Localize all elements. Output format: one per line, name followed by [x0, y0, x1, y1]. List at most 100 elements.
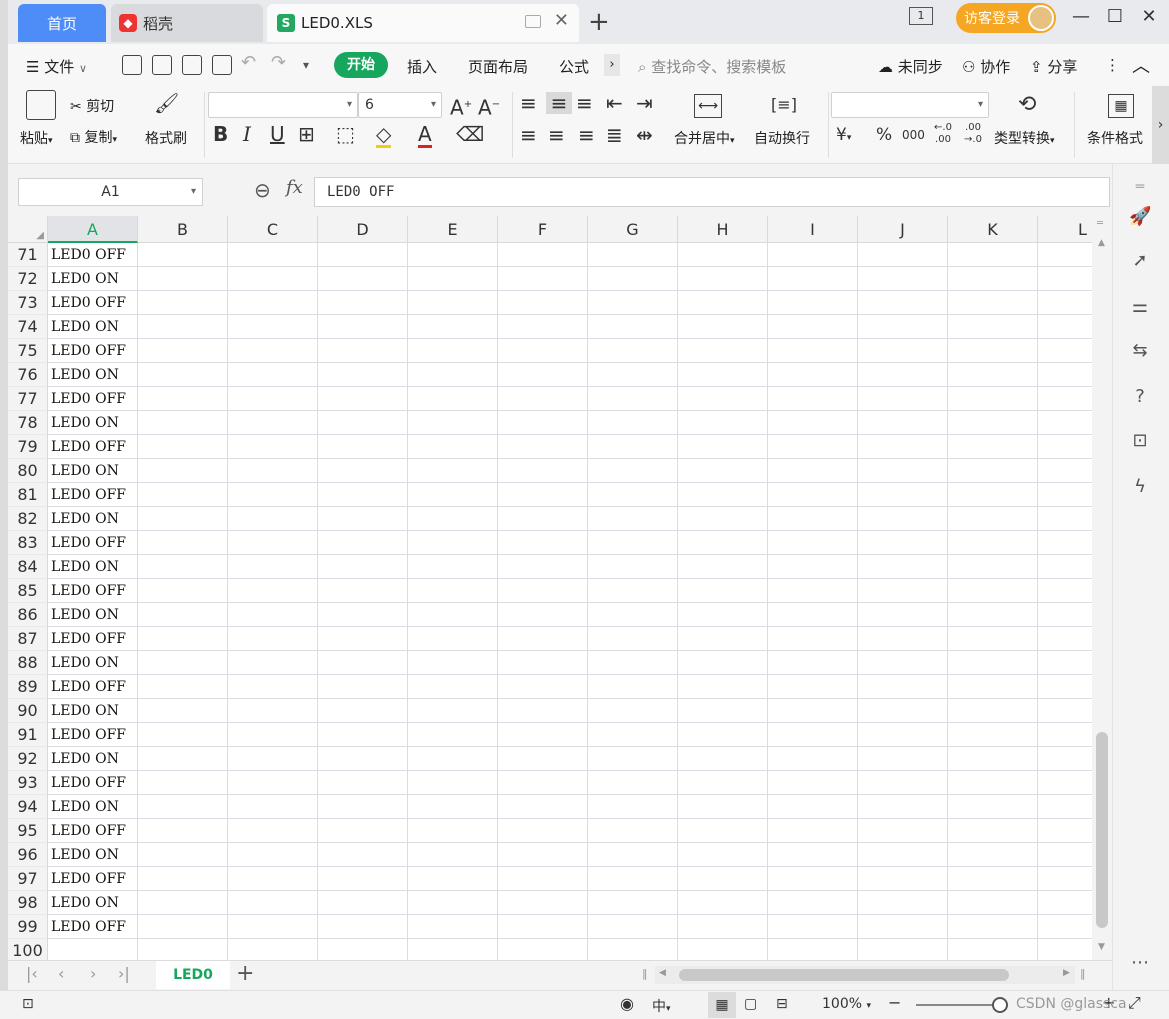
row-header[interactable]: 84 — [8, 555, 48, 579]
cell-a[interactable]: LED0 OFF — [48, 339, 138, 363]
cell-a[interactable]: LED0 OFF — [48, 291, 138, 315]
row-header[interactable]: 89 — [8, 675, 48, 699]
help-icon[interactable]: ? — [1129, 386, 1151, 408]
row-header[interactable]: 79 — [8, 435, 48, 459]
add-sheet-button[interactable]: + — [236, 961, 254, 986]
new-tab-button[interactable]: + — [588, 8, 610, 36]
bold-icon[interactable]: B — [213, 123, 228, 145]
panel-drag-handle-icon[interactable]: ═ — [1129, 176, 1151, 198]
type-convert-icon[interactable]: ⟲ — [1018, 94, 1036, 116]
row-header[interactable]: 87 — [8, 627, 48, 651]
scroll-down-icon[interactable]: ▼ — [1098, 942, 1105, 952]
font-name-select[interactable]: ▾ — [208, 92, 358, 118]
underline-icon[interactable]: U — [270, 123, 285, 145]
column-header-i[interactable]: I — [768, 216, 858, 243]
align-middle-icon[interactable]: ≡ — [546, 92, 572, 114]
scroll-up-icon[interactable]: ▲ — [1098, 238, 1105, 248]
row-header[interactable]: 86 — [8, 603, 48, 627]
font-size-select[interactable]: 6 ▾ — [358, 92, 442, 118]
hsplit-handle-right-icon[interactable]: ‖ — [1080, 967, 1086, 980]
cell-a[interactable]: LED0 ON — [48, 651, 138, 675]
row-header[interactable]: 96 — [8, 843, 48, 867]
cell-a[interactable]: LED0 OFF — [48, 675, 138, 699]
tab-formula[interactable]: 公式 — [559, 56, 589, 77]
align-bottom-icon[interactable]: ≡ — [576, 92, 593, 114]
close-tab-icon[interactable]: ✕ — [554, 10, 569, 31]
font-color-icon[interactable]: A — [418, 123, 432, 148]
tab-home[interactable]: 首页 — [18, 4, 106, 42]
minimize-icon[interactable]: — — [1066, 6, 1096, 27]
column-header-l[interactable]: L — [1038, 216, 1092, 243]
zoom-slider[interactable] — [916, 1004, 1000, 1006]
merge-center-icon[interactable]: ⟷ — [694, 94, 722, 118]
collab-button[interactable]: ⚇ 协作 — [962, 56, 1010, 77]
align-top-icon[interactable]: ≡ — [520, 92, 537, 114]
normal-view-icon[interactable]: ▦ — [708, 992, 736, 1018]
export-icon[interactable] — [152, 55, 172, 75]
increase-decimal-icon[interactable]: ←.0 .00 — [930, 122, 956, 146]
more-menu-icon[interactable]: ⋮ — [1105, 56, 1120, 74]
row-header[interactable]: 88 — [8, 651, 48, 675]
lightning-icon[interactable]: ϟ — [1129, 476, 1151, 498]
menu-file[interactable]: ☰ 文件 ∨ — [26, 56, 87, 77]
clear-format-icon[interactable]: ⌫ — [456, 123, 484, 145]
column-header-h[interactable]: H — [678, 216, 768, 243]
thousands-separator-icon[interactable]: 000 — [902, 124, 925, 146]
justify-icon[interactable]: ≣ — [606, 124, 623, 146]
column-header-b[interactable]: B — [138, 216, 228, 243]
save-icon[interactable] — [122, 55, 142, 75]
close-window-icon[interactable]: ✕ — [1134, 6, 1164, 27]
cell-a[interactable]: LED0 OFF — [48, 819, 138, 843]
tab-daoke[interactable]: ◆ 稻壳 — [111, 4, 263, 42]
row-header[interactable]: 94 — [8, 795, 48, 819]
decrease-indent-icon[interactable]: ⇤ — [606, 92, 623, 114]
zoom-out-icon[interactable]: − — [888, 993, 901, 1012]
row-header[interactable]: 99 — [8, 915, 48, 939]
row-header[interactable]: 72 — [8, 267, 48, 291]
format-painter-icon[interactable]: 🖌 — [154, 92, 179, 120]
macro-record-icon[interactable]: ⊡ — [22, 996, 34, 1012]
row-header[interactable]: 80 — [8, 459, 48, 483]
cell-a[interactable]: LED0 ON — [48, 795, 138, 819]
align-center-icon[interactable]: ≡ — [548, 124, 565, 146]
copy-button[interactable]: ⧉ 复制▾ — [70, 127, 117, 147]
cell-style-icon[interactable]: ⬚ — [336, 123, 355, 145]
row-header[interactable]: 74 — [8, 315, 48, 339]
prev-sheet-icon[interactable]: ‹ — [58, 964, 64, 983]
zoom-slider-handle[interactable] — [992, 997, 1008, 1013]
chinese-input-icon[interactable]: 中▾ — [652, 996, 671, 1016]
column-header-g[interactable]: G — [588, 216, 678, 243]
row-header[interactable]: 95 — [8, 819, 48, 843]
cut-button[interactable]: ✂ 剪切 — [70, 96, 114, 116]
row-header[interactable]: 73 — [8, 291, 48, 315]
zoom-level[interactable]: 100% ▾ — [822, 996, 871, 1012]
split-handle-icon[interactable]: ═ — [1097, 218, 1103, 229]
tab-page-layout[interactable]: 页面布局 — [468, 56, 528, 77]
wrap-text-icon[interactable]: [≡] — [770, 94, 798, 118]
select-all-corner[interactable]: ◢ — [8, 216, 48, 243]
column-header-f[interactable]: F — [498, 216, 588, 243]
name-box[interactable]: A1 ▾ — [18, 178, 203, 206]
print-icon[interactable] — [182, 55, 202, 75]
number-format-select[interactable]: ▾ — [831, 92, 989, 118]
transform-icon[interactable]: ⇆ — [1129, 340, 1151, 362]
cell-a[interactable]: LED0 OFF — [48, 579, 138, 603]
distributed-align-icon[interactable]: ⇹ — [636, 124, 653, 146]
guest-login-button[interactable]: 访客登录 — [956, 3, 1056, 33]
decrease-decimal-icon[interactable]: .00 →.0 — [960, 122, 986, 146]
cell-a[interactable]: LED0 OFF — [48, 387, 138, 411]
more-options-icon[interactable]: ⋯ — [1129, 952, 1151, 974]
maximize-icon[interactable]: ☐ — [1100, 6, 1130, 27]
cell-a[interactable]: LED0 OFF — [48, 867, 138, 891]
last-sheet-icon[interactable]: ›| — [118, 964, 130, 983]
row-header[interactable]: 71 — [8, 243, 48, 267]
cell-a[interactable]: LED0 ON — [48, 411, 138, 435]
row-header[interactable]: 77 — [8, 387, 48, 411]
scroll-right-icon[interactable]: ▶ — [1063, 968, 1070, 978]
command-search[interactable]: ⌕ 查找命令、搜索模板 — [638, 56, 786, 77]
more-tabs-chevron-icon[interactable]: › — [604, 54, 620, 76]
cell-a[interactable]: LED0 OFF — [48, 723, 138, 747]
row-header[interactable]: 85 — [8, 579, 48, 603]
decrease-font-icon[interactable]: A− — [478, 94, 500, 119]
row-header[interactable]: 78 — [8, 411, 48, 435]
